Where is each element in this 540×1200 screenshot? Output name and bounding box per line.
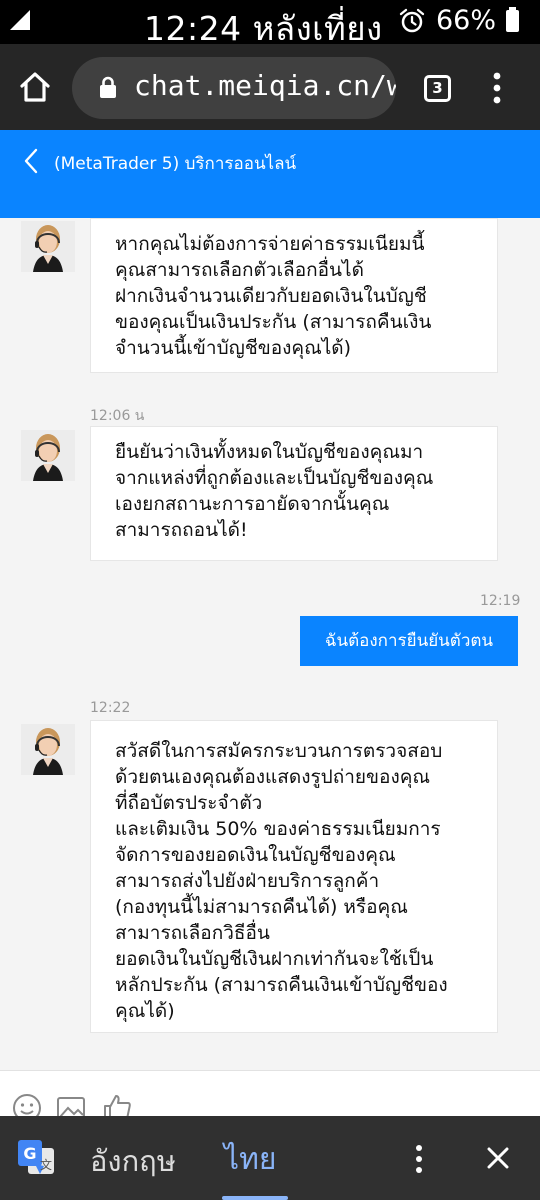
status-bar: 12:24 หลังเที่ยง 66% bbox=[0, 0, 540, 48]
message-line: จัดการของยอดเงินในบัญชีของคุณ bbox=[115, 844, 396, 866]
message-line: สวัสดีในการสมัครกระบวนการตรวจสอบ bbox=[115, 740, 443, 762]
svg-text:G: G bbox=[23, 1144, 36, 1163]
agent-avatar bbox=[21, 221, 75, 272]
message-line: ฝากเงินจำนวนเดียวกับยอดเงินในบัญชี bbox=[115, 285, 427, 307]
alarm-icon bbox=[399, 8, 425, 33]
message-line: ยอดเงินในบัญชีเงินฝากเท่ากันจะใช้เป็น bbox=[115, 948, 434, 970]
signal-icon bbox=[10, 10, 30, 30]
menu-icon[interactable] bbox=[490, 72, 504, 104]
message-line: จากแหล่งที่ถูกต้องและเป็นบัญชีของคุณ bbox=[115, 467, 434, 489]
svg-text:文: 文 bbox=[40, 1157, 52, 1172]
message-bubble-user: ฉันต้องการยืนยันตัวตน bbox=[300, 616, 518, 666]
message-line: เองยกสถานะการอายัดจากนั้นคุณ bbox=[115, 493, 390, 515]
agent-avatar bbox=[21, 430, 75, 481]
message-line: ด้วยตนเองคุณต้องแสดงรูปถ่ายของคุณ bbox=[115, 766, 431, 788]
message-line: จำนวนนี้เข้าบัญชีของคุณได้) bbox=[115, 337, 352, 359]
chat-title: (MetaTrader 5) บริการออนไลน์ bbox=[54, 154, 297, 174]
active-tab-indicator bbox=[222, 1196, 288, 1200]
message-bubble-agent: หากคุณไม่ต้องการจ่ายค่าธรรมเนียมนี้ คุณส… bbox=[90, 218, 498, 373]
target-language-tab[interactable]: ไทย bbox=[224, 1136, 276, 1183]
message-line: ของคุณเป็นเงินประกัน (สามารถคืนเงิน bbox=[115, 311, 432, 333]
message-bubble-agent: ยืนยันว่าเงินทั้งหมดในบัญชีของคุณมา จากแ… bbox=[90, 426, 498, 561]
source-language-tab[interactable]: อังกฤษ bbox=[90, 1138, 176, 1184]
translate-bar: G 文 อังกฤษ ไทย bbox=[0, 1116, 540, 1200]
message-line: ยืนยันว่าเงินทั้งหมดในบัญชีของคุณมา bbox=[115, 441, 424, 463]
message-timestamp: 12:22 bbox=[90, 700, 131, 716]
message-line: (กองทุนนี้ไม่สามารถคืนได้) หรือคุณ bbox=[115, 896, 408, 918]
agent-avatar bbox=[21, 724, 75, 775]
message-line: คุณสามารถเลือกตัวเลือกอื่นได้ bbox=[115, 259, 364, 281]
message-line: หลักประกัน (สามารถคืนเงินเข้าบัญชีของ bbox=[115, 974, 448, 996]
browser-toolbar: chat.meiqia.cn/w 3 bbox=[0, 44, 540, 130]
battery-percentage: 66% bbox=[436, 5, 497, 36]
message-line: หากคุณไม่ต้องการจ่ายค่าธรรมเนียมนี้ bbox=[115, 233, 425, 255]
battery-icon bbox=[506, 7, 519, 32]
url-text: chat.meiqia.cn/w bbox=[134, 69, 396, 102]
message-line: ที่ถือบัตรประจำตัว bbox=[115, 792, 263, 814]
message-line: สามารถเลือกวิธีอื่น bbox=[115, 922, 270, 944]
home-icon[interactable] bbox=[18, 70, 52, 104]
more-icon[interactable] bbox=[412, 1144, 426, 1174]
lock-icon bbox=[100, 76, 116, 98]
message-timestamp: 12:19 bbox=[480, 593, 521, 609]
input-toolbar bbox=[0, 1070, 540, 1122]
message-timestamp: 12:06 น bbox=[90, 408, 145, 424]
message-list[interactable]: หากคุณไม่ต้องการจ่ายค่าธรรมเนียมนี้ คุณส… bbox=[0, 218, 540, 1070]
back-arrow-icon[interactable] bbox=[22, 148, 40, 174]
message-line: และเติมเงิน 50% ของค่าธรรมเนียมการ bbox=[115, 818, 441, 840]
tab-switcher-button[interactable]: 3 bbox=[424, 75, 451, 102]
message-line: สามารถส่งไปยังฝ่ายบริการลูกค้า bbox=[115, 870, 380, 892]
address-bar[interactable]: chat.meiqia.cn/w bbox=[72, 57, 396, 119]
message-line: สามารถถอนได้! bbox=[115, 519, 248, 541]
chat-header: (MetaTrader 5) บริการออนไลน์ bbox=[0, 130, 540, 218]
close-icon[interactable] bbox=[486, 1146, 510, 1170]
google-translate-icon[interactable]: G 文 bbox=[18, 1140, 54, 1176]
message-line: คุณได้) bbox=[115, 1000, 175, 1022]
message-bubble-agent: สวัสดีในการสมัครกระบวนการตรวจสอบ ด้วยตนเ… bbox=[90, 720, 498, 1033]
